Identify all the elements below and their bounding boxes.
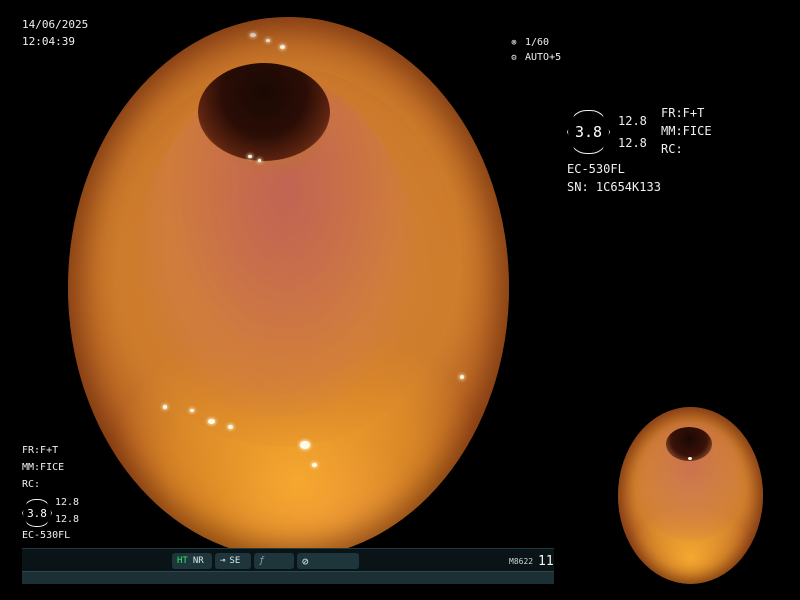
- zoom-badge: 3.8: [567, 110, 610, 154]
- shutter-readout: ⊗ 1/60: [509, 35, 549, 51]
- endoscopic-main-view: [68, 17, 509, 558]
- auto-iris-value: AUTO+5: [525, 52, 562, 63]
- mode-circle-icon: ⊘: [302, 554, 309, 568]
- se-scope-icon: ⊸: [220, 556, 226, 566]
- zoom-badge-value: 3.8: [574, 123, 603, 141]
- zoom-badge-value: 3.8: [27, 506, 47, 520]
- left-scope-model: EC-530FL: [22, 530, 71, 541]
- left-fr-label: FR:F+T: [22, 445, 59, 456]
- endoscopic-pip-view: [618, 407, 763, 584]
- function-indicator[interactable]: ƒ: [254, 553, 294, 569]
- nr-label: NR: [192, 556, 204, 566]
- time-label: 12:04:39: [22, 35, 75, 48]
- right-scope-model: EC-530FL: [567, 162, 625, 176]
- ht-nr-indicator[interactable]: HT NR: [172, 553, 212, 569]
- left-value-top: 12.8: [55, 497, 80, 508]
- auto-iris-icon: ⚙: [511, 53, 517, 63]
- shutter-icon: ⊗: [511, 38, 517, 48]
- ht-label: HT: [177, 556, 188, 566]
- shutter-value: 1/60: [525, 37, 550, 48]
- status-code: M8622: [509, 557, 534, 566]
- mode-indicator[interactable]: ⊘: [297, 553, 359, 569]
- left-value-bottom: 12.8: [55, 514, 80, 525]
- left-rc-label: RC:: [22, 479, 41, 490]
- date-label: 14/06/2025: [22, 18, 89, 31]
- zoom-badge: 3.8: [22, 499, 52, 527]
- vignette: [68, 17, 509, 558]
- auto-iris-readout: ⚙ AUTO+5: [509, 50, 561, 66]
- se-indicator[interactable]: ⊸ SE: [215, 553, 251, 569]
- vignette: [618, 407, 763, 584]
- se-label: SE: [229, 556, 241, 566]
- endoscopy-display: 14/06/2025 12:04:39 ⊗ 1/60 ⚙ AUTO+5 3.8 12…: [0, 0, 800, 600]
- left-mm-label: MM:FICE: [22, 462, 65, 473]
- right-serial-number: SN: 1C654K133: [567, 180, 661, 194]
- right-mm-label: MM:FICE: [661, 124, 712, 138]
- right-value-bottom: 12.8: [618, 136, 647, 150]
- function-icon: ƒ: [259, 556, 265, 566]
- status-lower-strip: [22, 571, 554, 584]
- right-fr-label: FR:F+T: [661, 106, 705, 120]
- right-rc-label: RC:: [661, 142, 683, 156]
- right-value-top: 12.8: [618, 114, 647, 128]
- status-row: HT NR ⊸ SE ƒ ⊘ M8622 11: [22, 552, 554, 570]
- status-bar: HT NR ⊸ SE ƒ ⊘ M8622 11: [22, 548, 554, 584]
- frame-number: 11: [538, 554, 554, 569]
